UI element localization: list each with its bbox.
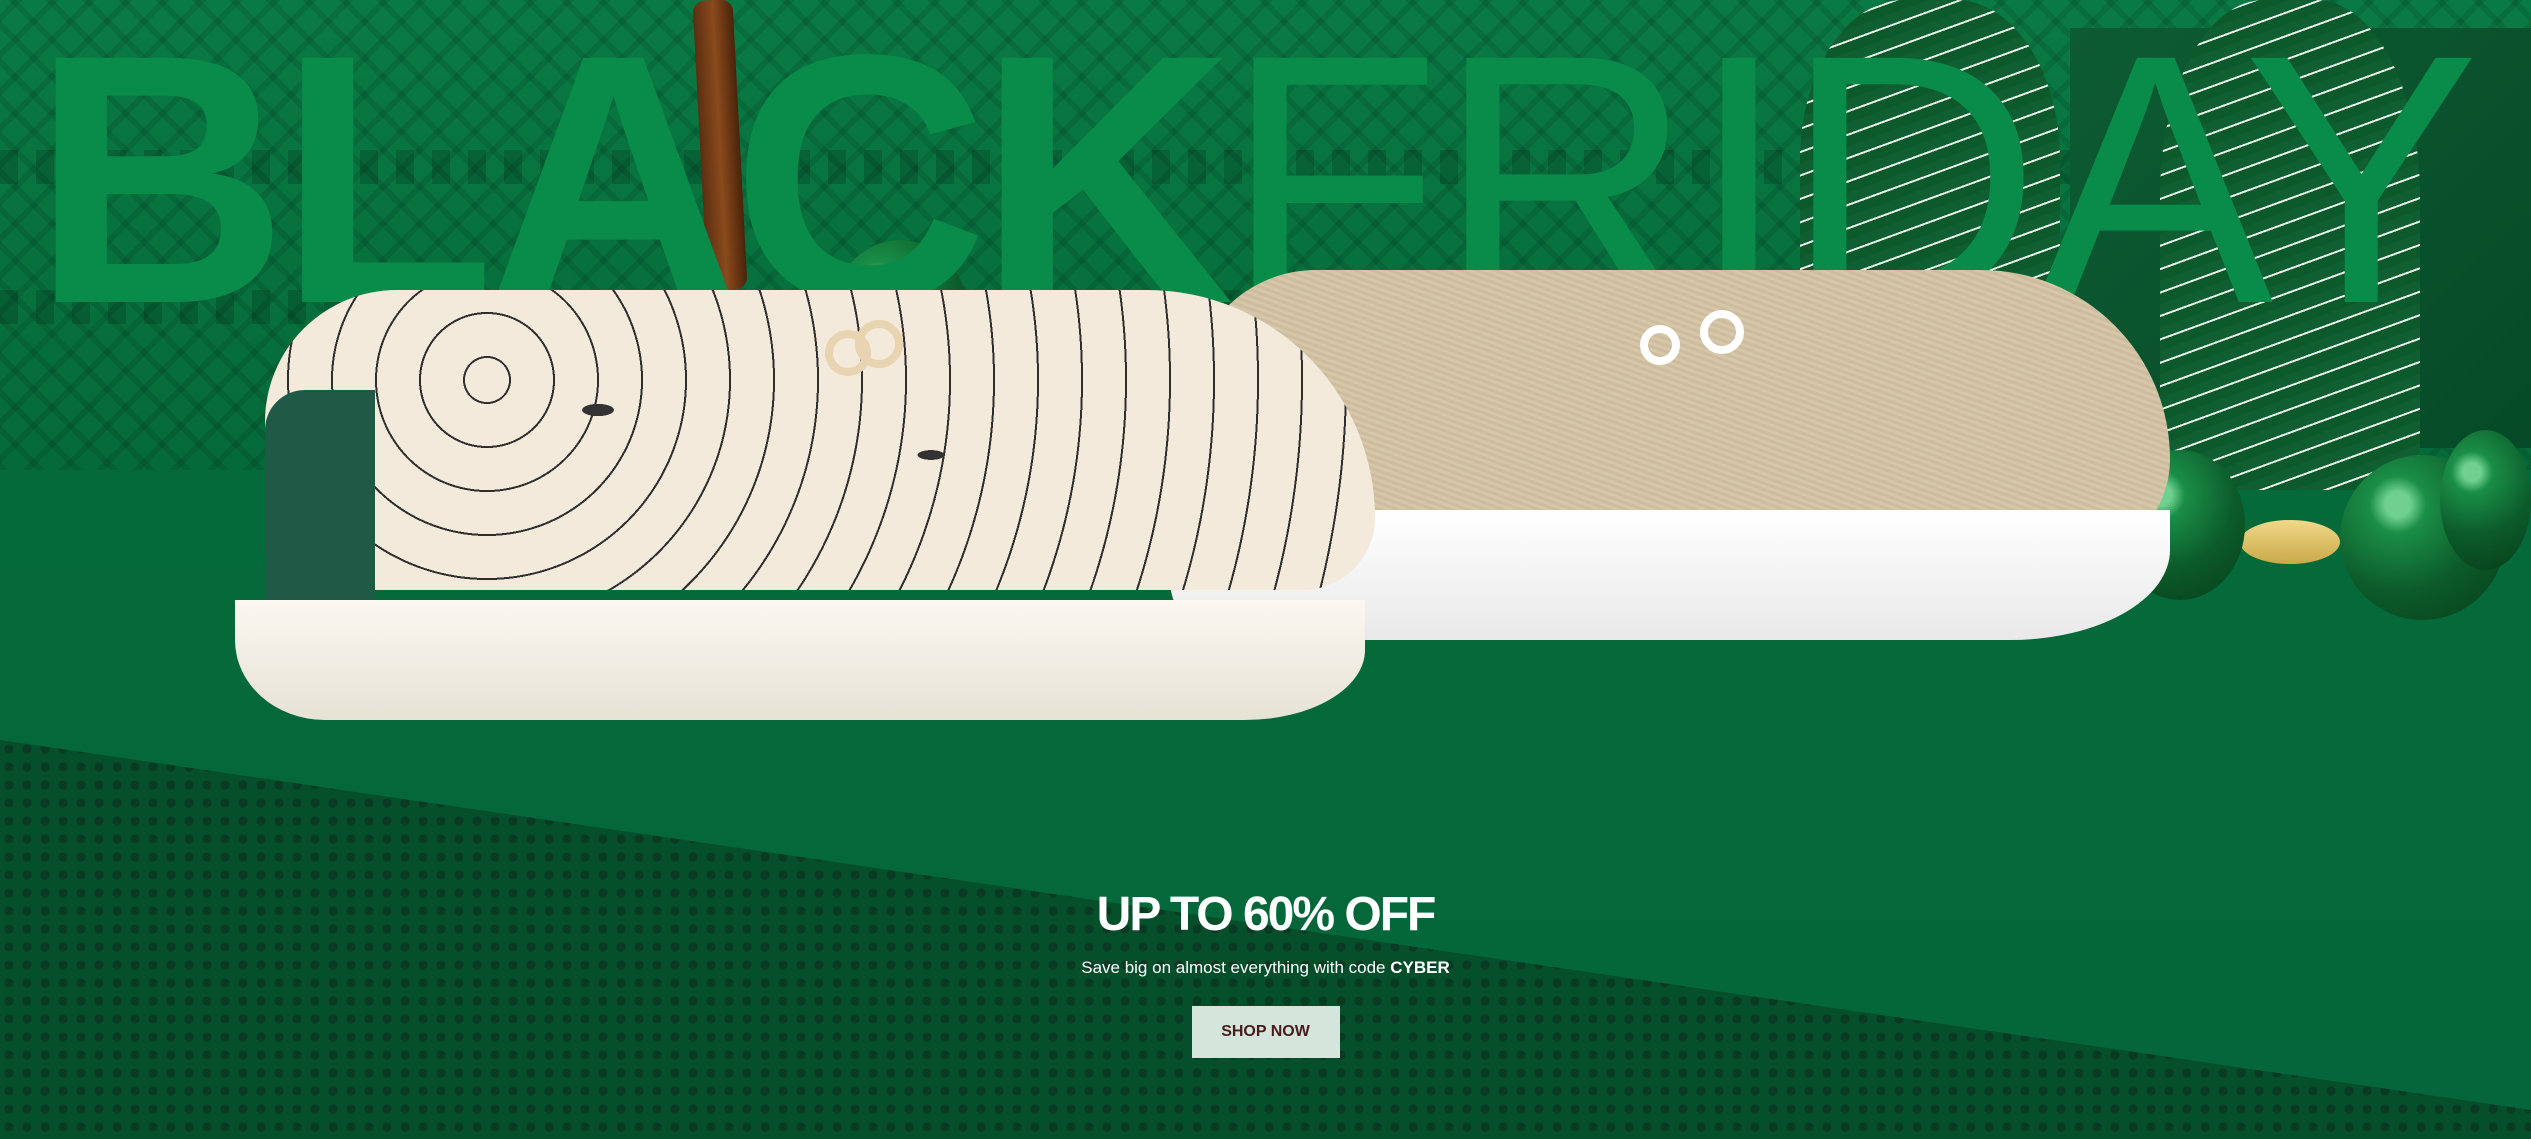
shoe-lace [1640,325,1680,365]
shoe-lace [855,320,903,368]
fish-print-slip-on-shoe[interactable] [235,270,1375,720]
ornament-ball [2440,430,2531,570]
promo-block: UP TO 60% OFF Save big on almost everyth… [0,885,2531,1058]
shoe-sole [235,600,1365,720]
tree-stand [2240,520,2340,564]
shoe-lace [1700,310,1744,354]
shoe-upper [265,290,1375,590]
black-friday-hero-banner[interactable]: BLACKFRIDAY UP TO 60% OFF Save big on al… [0,0,2531,1139]
promo-code: CYBER [1390,958,1450,977]
shop-now-button[interactable]: SHOP NOW [1191,1006,1340,1058]
promo-subtitle-text: Save big on almost everything with code [1081,958,1391,977]
promo-title: UP TO 60% OFF [1096,888,1437,941]
promo-subtitle: Save big on almost everything with code … [0,957,2531,979]
